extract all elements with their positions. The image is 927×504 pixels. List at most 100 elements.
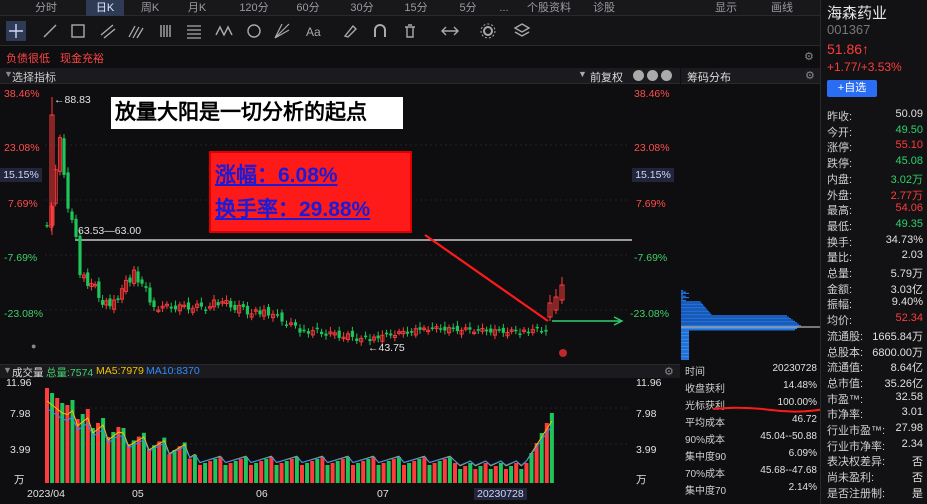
- candle-body: [45, 225, 49, 227]
- text-icon[interactable]: Aa: [304, 21, 324, 41]
- candle-body: [136, 271, 140, 283]
- tab-60min[interactable]: 60分: [290, 0, 326, 16]
- adjust-selector[interactable]: 前复权: [590, 69, 623, 85]
- chip-stat-value: 20230728: [772, 363, 818, 374]
- volume-bar: [432, 463, 437, 483]
- eraser-icon[interactable]: [340, 21, 360, 41]
- chip-bar: [681, 334, 689, 336]
- volume-bar: [315, 459, 320, 483]
- vol-axis-label: 7.98: [10, 408, 31, 420]
- cycle-icon[interactable]: [244, 21, 264, 41]
- gear-icon[interactable]: ⚙: [804, 50, 814, 63]
- candle-body: [266, 307, 271, 316]
- quote-row: 跌停: 45.08: [827, 155, 923, 170]
- annotation-banner: 放量大阳是一切分析的起点: [111, 97, 403, 129]
- low-label: ←43.75: [368, 342, 405, 354]
- draw-line-button[interactable]: 画线: [762, 0, 802, 16]
- channel-icon[interactable]: [98, 21, 118, 41]
- move-icon[interactable]: [440, 21, 460, 41]
- pitchfork-icon[interactable]: [126, 21, 146, 41]
- chart-header: ▼ 选择指标 ▼ 前复权: [0, 68, 680, 84]
- volume-bar: [192, 454, 197, 483]
- event-marker-icon: [559, 349, 567, 357]
- volume-bar: [233, 461, 238, 483]
- quote-key: 昨收:: [827, 111, 853, 123]
- quote-row: 市净率: 3.01: [827, 406, 923, 421]
- candle-body: [315, 327, 319, 330]
- tab-more[interactable]: ...: [494, 0, 514, 16]
- gann-icon[interactable]: [272, 21, 292, 41]
- alert-cash-rich[interactable]: 现金充裕: [60, 50, 104, 66]
- candle-body: [116, 298, 120, 300]
- axis-right-label: -7.69%: [634, 252, 668, 264]
- crosshair-icon[interactable]: [6, 21, 26, 41]
- quote-key: 换手:: [827, 236, 853, 249]
- tab-monthly[interactable]: 月K: [182, 0, 212, 16]
- display-menu[interactable]: 显示: [706, 0, 746, 16]
- close-icon[interactable]: [661, 70, 672, 81]
- layers-icon[interactable]: [512, 21, 532, 41]
- quote-row: 金额: 3.03亿: [827, 281, 923, 296]
- indicator-selector[interactable]: 选择指标: [12, 69, 56, 85]
- candle-body: [78, 235, 82, 275]
- tab-30min[interactable]: 30分: [344, 0, 380, 16]
- collapse-icon[interactable]: ▼: [3, 365, 12, 375]
- quote-key: 外盘:: [827, 189, 853, 202]
- stock-name: 海森药业: [827, 5, 888, 22]
- bars-icon[interactable]: [156, 21, 176, 41]
- alert-low-debt[interactable]: 负债很低: [6, 50, 50, 66]
- candle-body: [376, 335, 380, 339]
- tab-120min[interactable]: 120分: [236, 0, 272, 16]
- candle-body: [430, 327, 434, 329]
- volume-bar: [498, 463, 503, 483]
- tab-diagnose[interactable]: 诊股: [586, 0, 622, 16]
- rectangle-icon[interactable]: [68, 21, 88, 41]
- volume-bar: [172, 450, 177, 483]
- tab-intraday[interactable]: 分时: [26, 0, 66, 16]
- volume-bar: [488, 469, 493, 483]
- volume-gear-icon[interactable]: ⚙: [664, 365, 674, 378]
- volume-bar: [427, 465, 432, 483]
- zoom-in-icon[interactable]: [633, 70, 644, 81]
- tab-stock-info[interactable]: 个股资料: [524, 0, 574, 16]
- x-axis-cursor-date: 20230728: [474, 488, 527, 500]
- volume-chart[interactable]: [0, 378, 680, 486]
- candle-body: [489, 328, 493, 333]
- magnet-icon[interactable]: [370, 21, 390, 41]
- x-axis-label: 07: [377, 488, 389, 500]
- chip-bar: [681, 291, 686, 293]
- level-label: 63.53—63.00: [78, 225, 142, 237]
- volume-bar: [249, 465, 253, 483]
- quote-value: 是: [912, 487, 923, 500]
- quote-key: 最高:: [827, 205, 853, 218]
- zoom-out-icon[interactable]: [647, 70, 658, 81]
- wave-icon[interactable]: [214, 21, 234, 41]
- quote-row: 最低: 49.35: [827, 218, 923, 233]
- tab-daily[interactable]: 日K: [86, 0, 124, 16]
- tab-weekly[interactable]: 周K: [135, 0, 165, 16]
- chip-bar: [681, 333, 689, 335]
- chip-distribution-chart[interactable]: [681, 85, 820, 360]
- delete-icon[interactable]: [400, 21, 420, 41]
- quote-key: 行业市盈™:: [827, 425, 886, 437]
- tab-15min[interactable]: 15分: [398, 0, 434, 16]
- chip-stat-row: 收盘获利 14.48%: [685, 380, 817, 395]
- add-watchlist-button[interactable]: +自选: [827, 80, 877, 97]
- chip-stat-row: 平均成本 46.72: [685, 414, 817, 429]
- trendline-icon[interactable]: [40, 21, 60, 41]
- chip-bar: [681, 332, 689, 334]
- chip-bar: [681, 351, 689, 353]
- chip-bar: [681, 337, 689, 339]
- dropdown-icon[interactable]: ▼: [578, 69, 587, 79]
- candle-body: [128, 277, 132, 283]
- quote-row: 今开: 49.50: [827, 124, 923, 139]
- settings-icon[interactable]: [478, 21, 498, 41]
- fibonacci-icon[interactable]: [184, 21, 204, 41]
- candle-body: [337, 330, 341, 338]
- chip-gear-icon[interactable]: ⚙: [805, 69, 815, 82]
- chip-bar: [681, 313, 712, 315]
- volume-bar: [223, 465, 228, 483]
- quote-key: 总市值:: [827, 377, 864, 390]
- vol-axis-label-right: 7.98: [636, 408, 657, 420]
- tab-5min[interactable]: 5分: [452, 0, 484, 16]
